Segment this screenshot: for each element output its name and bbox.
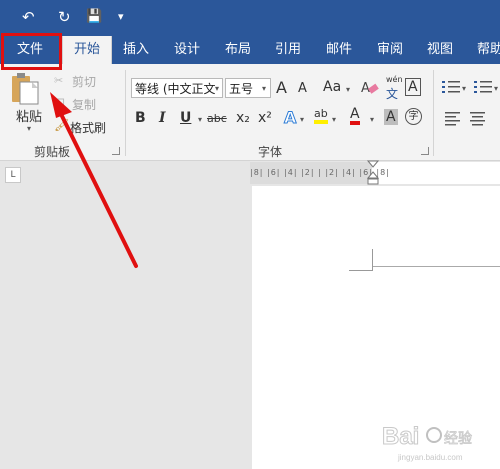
superscript-button[interactable]: x²: [258, 110, 272, 126]
tab-view[interactable]: 视图: [418, 36, 462, 64]
phonetic-guide-icon[interactable]: 文: [386, 85, 398, 102]
text-boundary-line: [373, 266, 500, 267]
tab-references[interactable]: 引用: [266, 36, 310, 64]
enclose-characters-icon[interactable]: 字: [405, 108, 422, 125]
font-color-icon[interactable]: A: [350, 107, 360, 125]
customize-qat-icon[interactable]: ▾: [118, 7, 124, 27]
highlight-icon[interactable]: ab: [314, 108, 328, 124]
clipboard-launcher-icon[interactable]: [112, 147, 120, 155]
paragraph-group-icons[interactable]: [440, 78, 500, 128]
font-size-dropdown-icon[interactable]: ▾: [262, 84, 266, 93]
paste-button[interactable]: 粘贴: [16, 106, 42, 125]
underline-button[interactable]: U: [180, 110, 191, 126]
quick-access-toolbar: ↶ ↻ 💾 ▾: [0, 0, 500, 36]
character-border-icon[interactable]: A: [405, 78, 421, 96]
change-case-icon[interactable]: Aa: [323, 79, 341, 95]
tab-design[interactable]: 设计: [165, 36, 209, 64]
svg-text:经验: 经验: [444, 431, 472, 447]
page-corner-mark: [349, 270, 373, 271]
svg-text:Bai: Bai: [382, 423, 419, 450]
font-name-dropdown-icon[interactable]: ▾: [215, 84, 219, 93]
underline-dropdown-icon[interactable]: ▾: [198, 115, 202, 124]
numbering-dropdown-icon[interactable]: ▾: [494, 84, 498, 93]
tab-help[interactable]: 帮助: [468, 36, 500, 64]
paste-icon[interactable]: [6, 70, 50, 106]
strikethrough-button[interactable]: abc: [207, 112, 227, 125]
bullets-dropdown-icon[interactable]: ▾: [462, 84, 466, 93]
paste-dropdown-icon[interactable]: ▾: [27, 124, 31, 133]
text-effects-icon[interactable]: A: [283, 108, 296, 128]
copy-button[interactable]: 复制: [72, 96, 96, 113]
font-color-dropdown-icon[interactable]: ▾: [370, 115, 374, 124]
font-name-combo[interactable]: 等线 (中文正文: [131, 78, 223, 98]
tab-home[interactable]: 开始: [62, 36, 112, 64]
redo-icon[interactable]: ↻: [58, 7, 71, 27]
page-corner-mark: [372, 249, 373, 271]
tab-layout[interactable]: 布局: [216, 36, 260, 64]
svg-text:jingyan.baidu.com: jingyan.baidu.com: [397, 453, 463, 462]
font-group-label: 字体: [258, 145, 283, 159]
tab-insert[interactable]: 插入: [114, 36, 158, 64]
phonetic-guide-top: wén: [386, 75, 403, 84]
indent-marker-icon[interactable]: [367, 160, 379, 186]
text-effects-dropdown-icon[interactable]: ▾: [300, 115, 304, 124]
group-separator: [125, 70, 126, 156]
clipboard-group-label: 剪贴板: [34, 145, 71, 159]
watermark-logo: Bai 经验 jingyan.baidu.com: [382, 423, 473, 463]
bold-button[interactable]: B: [135, 110, 146, 126]
scissors-icon: ✂: [54, 74, 64, 87]
format-painter-icon: 🖌: [54, 118, 70, 132]
ribbon-tabs: 文件 开始 插入 设计 布局 引用 邮件 审阅 视图 帮助: [0, 36, 500, 64]
highlight-dropdown-icon[interactable]: ▾: [332, 115, 336, 124]
group-separator: [433, 70, 434, 156]
italic-button[interactable]: I: [159, 110, 166, 126]
tab-review[interactable]: 审阅: [368, 36, 412, 64]
tab-mailings[interactable]: 邮件: [317, 36, 361, 64]
font-launcher-icon[interactable]: [421, 147, 429, 155]
clear-formatting-icon[interactable]: A: [361, 78, 379, 96]
subscript-button[interactable]: x₂: [236, 110, 250, 126]
cut-button[interactable]: 剪切: [72, 73, 96, 90]
tab-stop-selector[interactable]: L: [5, 167, 21, 183]
undo-icon[interactable]: ↶: [22, 7, 35, 27]
grow-font-icon[interactable]: A: [276, 78, 287, 97]
format-painter-button[interactable]: 格式刷: [70, 119, 106, 136]
annotation-highlight-box: [1, 33, 62, 70]
save-icon[interactable]: 💾: [86, 7, 102, 27]
shrink-font-icon[interactable]: A: [298, 81, 307, 96]
copy-icon: ❐: [55, 97, 65, 110]
character-shading-icon[interactable]: A: [384, 109, 398, 125]
change-case-dropdown-icon[interactable]: ▾: [346, 85, 350, 94]
